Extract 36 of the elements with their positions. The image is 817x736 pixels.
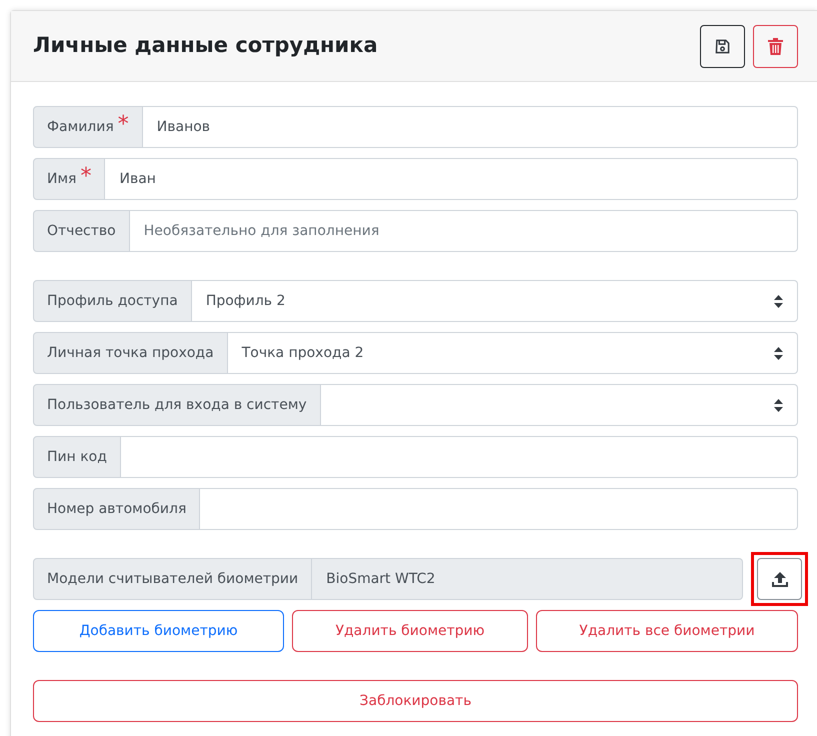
select-field[interactable] [320,384,798,426]
input-field[interactable] [200,488,798,530]
select-value: Профиль 2 [206,292,286,310]
input-field[interactable] [120,436,798,478]
field-label: Номер автомобиля [47,500,186,518]
select-field[interactable]: Профиль 2 [192,280,798,322]
save-button[interactable] [700,24,745,68]
card-title: Личные данные сотрудника [33,33,378,59]
trash-icon [768,38,783,54]
field-label: Фамилия [47,118,114,136]
delete-button[interactable]: Удалить все биометрии [536,610,798,652]
field-label: Отчество [47,222,116,240]
select-value: Точка прохода 2 [242,344,364,362]
input-field[interactable]: Иванов [142,106,798,148]
select-field[interactable]: Точка прохода 2 [228,332,798,374]
field-label: Личная точка прохода [47,344,214,362]
field-label: Пин код [47,448,107,466]
save-icon [715,38,730,54]
input-field[interactable]: Иван [105,158,798,200]
field-label: Модели считывателей биометрии [47,570,298,588]
delete-button[interactable] [753,24,798,68]
required-mark: * [80,166,92,188]
readonly-field: BioSmart WTC2 [312,558,743,600]
sort-caret-icon [774,399,783,412]
add-button[interactable]: Добавить биометрию [33,610,284,652]
field-label: Имя [47,170,76,188]
sort-caret-icon [774,347,783,360]
field-label: Пользователь для входа в систему [47,396,307,414]
upload-icon [772,572,788,586]
upload-button[interactable] [757,558,802,600]
block-button[interactable]: Заблокировать [33,680,798,722]
required-mark: * [118,114,129,136]
delete-button[interactable]: Удалить биометрию [292,610,528,652]
field-label: Профиль доступа [47,292,178,310]
input-field[interactable]: Необязательно для заполнения [130,210,798,252]
sort-caret-icon [774,295,783,308]
